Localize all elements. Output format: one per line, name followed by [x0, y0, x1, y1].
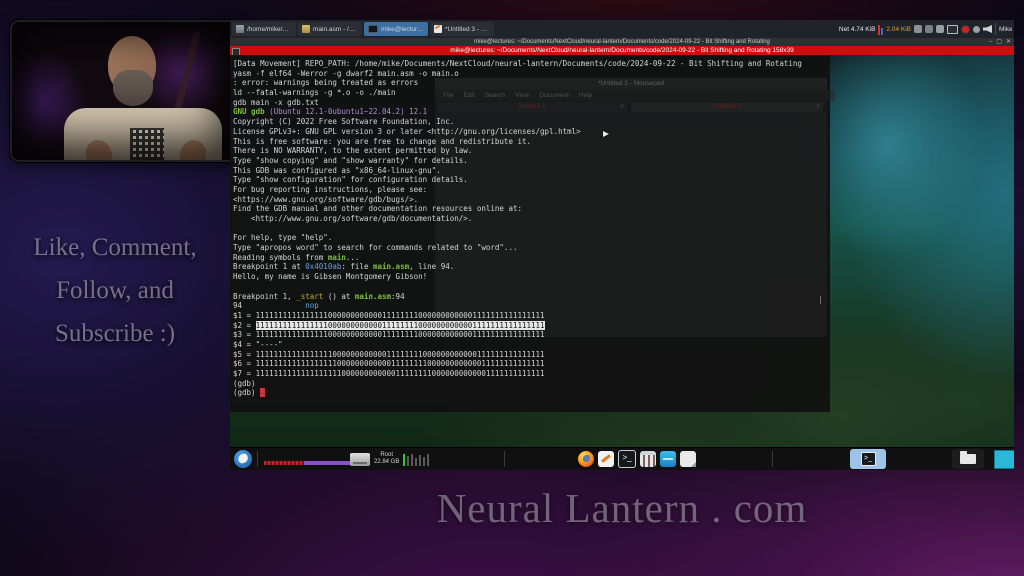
- close-icon[interactable]: ×: [816, 102, 820, 112]
- terminal-launcher-icon[interactable]: >_: [618, 450, 636, 468]
- file-manager-button[interactable]: [952, 449, 984, 469]
- mousepad-launcher-icon[interactable]: [598, 451, 614, 467]
- maximize-button[interactable]: ▢: [996, 38, 1002, 46]
- tray-separator: [995, 23, 996, 35]
- tray-app-icon-3[interactable]: [936, 25, 944, 33]
- drive-name: Root: [380, 452, 393, 459]
- cpu-meter: [264, 461, 304, 465]
- panel-separator: [257, 451, 258, 467]
- firefox-icon[interactable]: [578, 451, 594, 467]
- applications-menu-button[interactable]: [234, 450, 252, 468]
- watermark-text: Neural Lantern . com: [230, 484, 1014, 532]
- launcher-dock: >_: [578, 450, 696, 468]
- close-button[interactable]: ✕: [1006, 38, 1011, 46]
- cta-text: Like, Comment, Follow, and Subscribe :): [0, 226, 230, 355]
- cta-line-3: Subscribe :): [0, 312, 230, 355]
- terminal-icon: [368, 25, 378, 33]
- webcam-overlay: [10, 20, 240, 162]
- system-tray: Net 4.74 KiB 2.04 KiB Mike: [839, 23, 1014, 35]
- net-monitor-label: Net 4.74 KiB: [839, 26, 876, 33]
- cta-line-2: Follow, and: [0, 269, 230, 312]
- bottom-panel: Root 22.84 GB >_ >_: [230, 447, 1014, 470]
- folder-icon: [236, 25, 244, 33]
- disk-tool-icon[interactable]: [660, 451, 676, 467]
- user-menu-label[interactable]: Mike: [999, 26, 1012, 33]
- taskbar-window-main-asm[interactable]: main.asm - /home/m...: [298, 22, 362, 36]
- cpu-graph-icon: [403, 452, 429, 466]
- window-button-label: mike@lectures: ~/Doc...: [381, 26, 424, 33]
- menu-icon: [237, 453, 249, 465]
- volume-icon[interactable]: [983, 25, 992, 33]
- window-button-label: /home/mike/Docume...: [247, 26, 292, 33]
- session-icon[interactable]: [973, 26, 980, 33]
- text-caret: [820, 296, 821, 304]
- terminal-icon: >_: [861, 452, 876, 466]
- mousepad-icon: [434, 25, 442, 33]
- top-panel: /home/mike/Docume... main.asm - /home/m.…: [230, 20, 1014, 39]
- panel-separator: [772, 451, 773, 467]
- disk-usage-widget[interactable]: Root 22.84 GB: [350, 450, 429, 468]
- tray-app-icon-1[interactable]: [914, 25, 922, 33]
- minimize-button[interactable]: –: [989, 38, 992, 46]
- webcam-vignette: [12, 22, 238, 160]
- taskbar-window-terminal[interactable]: mike@lectures: ~/Doc...: [364, 22, 428, 36]
- record-icon[interactable]: [961, 25, 970, 34]
- tray-app-icon-2[interactable]: [925, 25, 933, 33]
- drive-icon: [350, 453, 370, 466]
- calculator-icon[interactable]: [640, 451, 656, 467]
- folder-icon: [960, 454, 976, 464]
- window-button-label: main.asm - /home/m...: [313, 26, 358, 33]
- net-graph-icon[interactable]: [878, 24, 883, 35]
- terminal-title-text: mike@lectures: ~/Documents/NextCloud/neu…: [474, 39, 770, 45]
- taskbar-window-file-manager[interactable]: /home/mike/Docume...: [232, 22, 296, 36]
- terminal-tab-title: mike@lectures: ~/Documents/NextCloud/neu…: [450, 47, 794, 54]
- net-rate-label: 2.04 KiB: [886, 26, 911, 33]
- desktop-capture: /home/mike/Docume... main.asm - /home/m.…: [230, 20, 1014, 470]
- display-icon[interactable]: [947, 25, 958, 34]
- terminal-body[interactable]: *Untitled 3 - Mousepad File Edit Search …: [230, 55, 830, 412]
- terminal-output: [Data Movement] REPO_PATH: /home/mike/Do…: [233, 59, 802, 398]
- terminal-titlebar[interactable]: mike@lectures: ~/Documents/NextCloud/neu…: [230, 38, 1014, 46]
- file-icon: [302, 25, 310, 33]
- panel-separator: [504, 451, 505, 467]
- workspace-pager[interactable]: [994, 450, 1014, 469]
- drive-size: 22.84 GB: [374, 459, 399, 466]
- window-button-label: *Untitled 3 - Mousepad: [445, 26, 490, 33]
- stream-stage: Like, Comment, Follow, and Subscribe :) …: [0, 0, 1024, 576]
- mouse-cursor: [603, 131, 609, 137]
- active-task-terminal[interactable]: >_: [850, 449, 886, 469]
- taskbar-window-mousepad[interactable]: *Untitled 3 - Mousepad: [430, 22, 494, 36]
- system-monitor[interactable]: [264, 461, 362, 465]
- notes-icon[interactable]: [680, 451, 696, 467]
- cta-line-1: Like, Comment,: [0, 226, 230, 269]
- terminal-tab-urgent[interactable]: mike@lectures: ~/Documents/NextCloud/neu…: [230, 46, 1014, 55]
